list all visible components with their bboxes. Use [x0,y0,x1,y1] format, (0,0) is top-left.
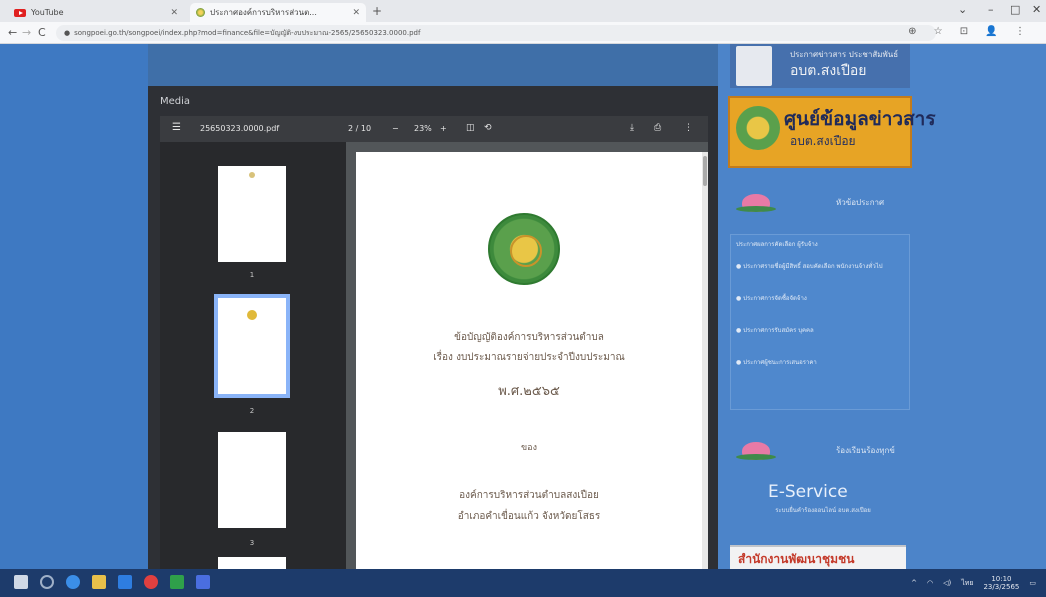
edge-icon[interactable] [66,575,80,589]
close-window-button[interactable]: ✕ [1032,3,1041,16]
file-explorer-icon[interactable] [92,575,106,589]
zoom-in-button[interactable]: + [440,124,447,133]
organization-seal-icon [488,213,560,285]
site-favicon-icon [196,8,205,17]
tab-active-document[interactable]: ประกาศองค์การบริหารส่วนต... ✕ [190,3,366,22]
doc-of: ของ [521,443,537,453]
doc-year: พ.ศ.๒๕๖๕ [498,384,560,399]
eservice-title[interactable]: E-Service [768,482,848,502]
page-thumbnail[interactable] [218,557,286,569]
site-info-icon[interactable]: ● [64,29,70,37]
start-windows-icon[interactable] [14,575,28,589]
zoom-level[interactable]: 23% [414,124,432,133]
thumbnail-number: 1 [249,271,255,279]
back-button[interactable]: ← [8,26,17,39]
chrome-icon[interactable] [144,575,158,589]
youtube-icon [14,8,26,17]
new-tab-button[interactable]: + [372,4,382,18]
tab-search-icon[interactable]: ⌄ [958,3,967,16]
document-scroll-thumb[interactable] [703,156,707,186]
page-thumbnail[interactable] [218,432,286,528]
banner-person-icon [736,46,772,86]
tab-youtube[interactable]: YouTube ✕ [8,3,184,22]
doc-location: อำเภอคำเขื่อนแก้ว จังหวัดยโสธร [457,511,601,522]
more-options-icon[interactable]: ⋮ [684,123,693,133]
zoom-out-button[interactable]: − [392,124,399,133]
doc-title-line2: เรื่อง งบประมาณรายจ่ายประจำปีงบประมาณ [433,352,625,363]
page-thumbnail[interactable] [218,166,286,262]
clock[interactable]: 10:10 23/3/2565 [983,575,1019,591]
forward-button[interactable]: → [22,26,31,39]
minimize-button[interactable]: – [988,3,994,16]
thumbnail-seal-icon [249,172,255,178]
clock-time: 10:10 [991,575,1012,583]
announcement-link[interactable]: ● ประกาศการจัดซื้อจัดจ้าง [736,294,906,303]
eservice-description: ระบบยื่นคำร้องออนไลน์ อบต.สงเปือย [775,507,871,514]
info-center-subtitle: อบต.สงเปือย [790,134,856,148]
clock-date: 23/3/2565 [983,583,1020,591]
banner-main-text: อบต.สงเปือย [790,63,867,79]
network-icon[interactable]: ◠ [927,579,933,587]
document-scrollbar[interactable] [702,152,708,569]
announcement-link[interactable]: ประกาศผลการคัดเลือก ผู้รับจ้าง [736,240,906,249]
download-icon[interactable]: ⤓ [630,123,634,133]
volume-icon[interactable]: ◁) [943,579,951,587]
print-icon[interactable]: ⎙ [654,123,661,133]
address-bar-row: ← → C ● songpoei.go.th/songpoei/index.ph… [0,22,1046,44]
thumbnail-number: 3 [249,539,255,547]
pdf-filename: 25650323.0000.pdf [200,124,280,133]
pdf-toolbar: ☰ 25650323.0000.pdf 2 / 10 − 23% + ◫ ⟲ ⤓… [160,116,708,142]
announcement-link[interactable]: ● ประกาศรายชื่อผู้มีสิทธิ์ สอบคัดเลือก พ… [736,262,906,271]
doc-org-name: องค์การบริหารส่วนตำบลสงเปือย [459,490,599,501]
lotus-icon [736,192,776,214]
sidebar-heading-complaints: ร้องเรียนร้องทุกข์ [836,446,895,455]
page-header-strip [148,44,718,86]
announcement-link[interactable]: ● ประกาศการรับสมัคร บุคคล [736,326,906,335]
url-field[interactable]: ● songpoei.go.th/songpoei/index.php?mod=… [56,25,936,41]
system-tray: ^ ◠ ◁) ไทย 10:10 23/3/2565 ▭ [911,575,1036,591]
thumbnail-seal-icon [247,310,257,320]
url-text: songpoei.go.th/songpoei/index.php?mod=fi… [74,28,421,37]
page-indicator[interactable]: 2 / 10 [348,124,371,133]
thumbnail-number: 2 [249,407,255,415]
community-banner-text: สำนักงานพัฒนาชุมชน [738,552,855,566]
search-icon[interactable] [40,575,54,589]
announcement-link[interactable]: ● ประกาศผู้ชนะการเสนอราคา [736,358,906,367]
windows-taskbar: ^ ◠ ◁) ไทย 10:10 23/3/2565 ▭ [0,569,1046,597]
fit-page-icon[interactable]: ◫ [466,123,475,133]
tab-label: ประกาศองค์การบริหารส่วนต... [210,8,317,17]
rotate-icon[interactable]: ⟲ [484,123,492,133]
browser-tab-bar: YouTube ✕ ประกาศองค์การบริหารส่วนต... ✕ … [0,0,1046,22]
close-tab-icon[interactable]: ✕ [170,8,178,18]
menu-icon[interactable]: ☰ [172,122,181,133]
reload-button[interactable]: C [38,26,46,39]
browser-action-icons[interactable]: ⊕ ☆ ⊡ 👤 ⋮ [908,26,1032,37]
page-thumbnail-selected[interactable] [214,294,290,398]
announcement-list [730,234,910,410]
close-tab-icon[interactable]: ✕ [352,8,360,18]
doc-title-line1: ข้อบัญญัติองค์การบริหารส่วนตำบล [454,332,604,343]
tab-label: YouTube [31,8,64,17]
modal-title: Media [160,96,191,107]
page-background-left [0,44,148,569]
lotus-icon [736,440,776,462]
maximize-button[interactable]: □ [1010,3,1020,16]
word-icon[interactable] [196,575,210,589]
input-language[interactable]: ไทย [961,578,973,589]
sidebar-heading-announcements: หัวข้อประกาศ [836,198,885,207]
store-icon[interactable] [118,575,132,589]
org-seal-icon [736,106,780,150]
app-icon[interactable] [170,575,184,589]
info-center-title: ศูนย์ข้อมูลข่าวสาร [784,108,936,130]
notification-icon[interactable]: ▭ [1029,579,1036,587]
tray-up-arrow-icon[interactable]: ^ [911,579,917,587]
